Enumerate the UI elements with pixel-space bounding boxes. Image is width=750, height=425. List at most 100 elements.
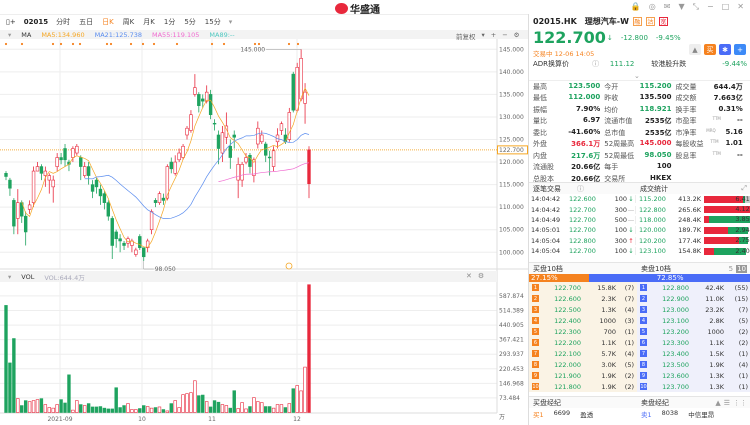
volume-bar[interactable] <box>240 402 244 413</box>
candle[interactable] <box>193 87 197 95</box>
headset-icon[interactable]: ◎ <box>649 2 656 12</box>
volume-bar[interactable] <box>181 394 185 413</box>
candle[interactable] <box>189 114 193 131</box>
ask-level[interactable]: 6 123.300 1.1K (2) <box>637 337 750 348</box>
candle[interactable] <box>264 143 268 156</box>
event-marker[interactable] <box>257 42 261 46</box>
candle[interactable] <box>307 149 311 184</box>
candle[interactable] <box>114 231 118 240</box>
shrink-icon[interactable]: ⤡ <box>693 2 699 12</box>
candle[interactable] <box>94 179 99 188</box>
sell-broker-name[interactable]: 中信里昂 <box>688 409 714 419</box>
volume-bar[interactable] <box>23 400 28 413</box>
candle[interactable] <box>173 161 177 174</box>
volume-bar[interactable] <box>134 409 138 413</box>
zoom-in-button[interactable]: + <box>491 31 496 41</box>
tab-period[interactable]: 日K <box>102 17 114 27</box>
volume-bar[interactable] <box>110 408 114 413</box>
bid-level[interactable]: 4 122.400 1000 (3) <box>529 315 637 326</box>
trades-title[interactable]: 逐笔交易 <box>533 184 577 194</box>
tab-period[interactable]: 1分 <box>164 17 175 27</box>
candle[interactable] <box>106 202 111 217</box>
volume-bar[interactable] <box>118 407 122 413</box>
candle[interactable] <box>35 166 40 172</box>
candle[interactable] <box>181 145 185 158</box>
adjust-select[interactable]: 前复权 <box>456 31 476 41</box>
candle[interactable] <box>71 148 75 158</box>
volume-bar[interactable] <box>67 374 71 413</box>
bid-level[interactable]: 7 122.100 5.7K (4) <box>529 348 637 359</box>
ask-level[interactable]: 4 123.100 2.8K (5) <box>637 315 750 326</box>
share-icon[interactable]: ✱ <box>719 44 731 55</box>
candle[interactable] <box>161 197 166 201</box>
candle[interactable] <box>279 123 284 131</box>
volume-bar[interactable] <box>83 405 87 413</box>
volume-bar[interactable] <box>279 404 284 413</box>
gear-icon[interactable]: ⚙ <box>478 272 484 280</box>
volume-bar[interactable] <box>283 407 288 413</box>
volume-bar[interactable] <box>204 401 209 413</box>
volume-bar[interactable] <box>224 405 229 413</box>
volume-bar[interactable] <box>260 402 264 413</box>
ask-level[interactable]: 8 123.500 1.9K (4) <box>637 359 750 370</box>
candle[interactable] <box>122 242 126 246</box>
bid-level[interactable]: 9 121.900 1.9K (2) <box>529 370 637 381</box>
event-marker[interactable] <box>152 42 156 46</box>
volume-bar[interactable] <box>51 407 55 413</box>
ask-level[interactable]: 9 123.600 1.3K (1) <box>637 370 750 381</box>
volume-bar[interactable] <box>291 388 295 413</box>
event-marker[interactable] <box>109 42 113 46</box>
vol-label[interactable]: VOL <box>21 273 34 281</box>
buy-broker-name[interactable]: 盈透 <box>580 409 593 419</box>
volume-bar[interactable] <box>248 406 252 413</box>
candle[interactable] <box>204 91 209 102</box>
candle[interactable] <box>86 166 91 176</box>
volume-bar[interactable] <box>165 410 170 413</box>
ask-level[interactable]: 7 123.400 1.5K (1) <box>637 348 750 359</box>
event-marker[interactable] <box>51 42 55 46</box>
panel-toggle-icon[interactable]: ▯+ <box>6 18 16 26</box>
volume-bar[interactable] <box>252 397 256 413</box>
bid-level[interactable]: 8 122.000 3.0K (5) <box>529 359 637 370</box>
candle[interactable] <box>27 204 32 210</box>
candle[interactable] <box>75 145 79 154</box>
candle[interactable] <box>260 134 264 143</box>
candle[interactable] <box>216 134 221 149</box>
bid-level[interactable]: 10 121.800 1.9K (2) <box>529 381 637 392</box>
event-marker[interactable] <box>287 42 291 46</box>
event-marker[interactable] <box>59 42 63 46</box>
candle[interactable] <box>220 132 225 154</box>
ask-level[interactable]: 1 122.800 42.4K (55) <box>637 282 750 293</box>
volume-bar[interactable] <box>275 404 280 413</box>
tab-period[interactable]: 五日 <box>79 17 93 27</box>
volume-bar[interactable] <box>244 408 248 413</box>
volume-bar[interactable] <box>138 408 142 413</box>
volume-bar[interactable] <box>114 387 118 413</box>
shirt-icon[interactable]: ▼ <box>678 2 684 12</box>
ma-label[interactable]: MA <box>21 31 31 39</box>
volume-bar[interactable] <box>212 400 217 413</box>
event-marker[interactable] <box>175 42 179 46</box>
trade-stats-title[interactable]: 成交统计 <box>640 184 741 194</box>
volume-bar[interactable] <box>59 399 63 413</box>
candle[interactable] <box>244 157 248 163</box>
depth-5-toggle[interactable]: 5 <box>729 265 733 273</box>
candle[interactable] <box>23 215 28 233</box>
candle[interactable] <box>185 127 189 136</box>
candle[interactable] <box>157 193 162 203</box>
bell-icon[interactable]: ▲ <box>689 44 701 55</box>
kline-chart[interactable]: 145.000 140.000 135.000 130.000 125.000 120.0… <box>0 0 528 425</box>
bid-level[interactable]: 2 122.600 2.3K (7) <box>529 293 637 304</box>
ask-level[interactable]: 5 123.200 1000 (2) <box>637 326 750 337</box>
close-icon[interactable]: ✕ <box>737 2 744 12</box>
candle[interactable] <box>267 156 272 159</box>
volume-bar[interactable] <box>189 392 193 413</box>
bid-level[interactable]: 3 122.500 1.3K (4) <box>529 304 637 315</box>
volume-bar[interactable] <box>63 402 67 413</box>
volume-bar[interactable] <box>208 406 213 413</box>
candle[interactable] <box>295 67 299 111</box>
volume-bar[interactable] <box>145 406 150 413</box>
help-icon[interactable]: ⓘ <box>592 59 610 69</box>
candle[interactable] <box>98 188 103 197</box>
volume-bar[interactable] <box>236 408 240 413</box>
